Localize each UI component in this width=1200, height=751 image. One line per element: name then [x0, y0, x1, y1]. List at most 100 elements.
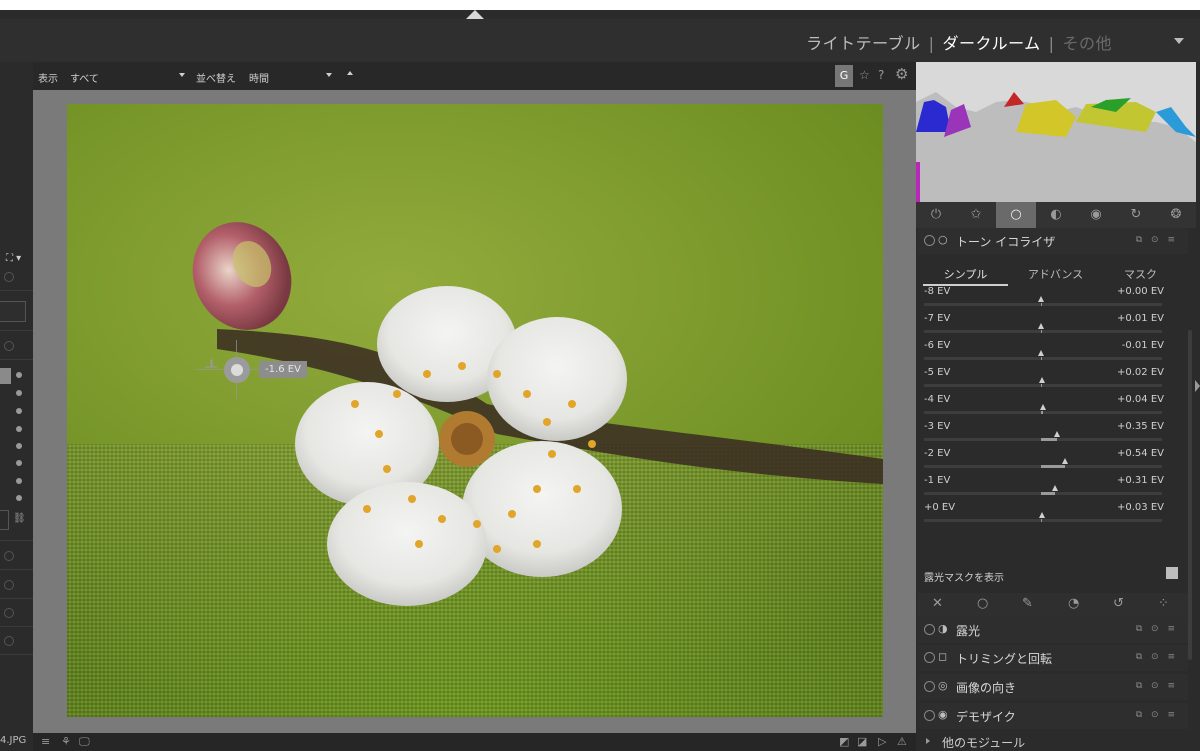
link-icon[interactable]: ⛓	[13, 513, 26, 524]
module-header[interactable]: ◎ 画像の向き ⧉ ⊙ ≡	[918, 674, 1188, 700]
toggle-icon[interactable]	[16, 408, 22, 414]
eq-slider-row[interactable]: -2 EV +0.54 EV	[918, 446, 1168, 473]
power-icon[interactable]	[4, 608, 14, 618]
small-field[interactable]	[0, 510, 9, 530]
right-panel-scrollbar[interactable]	[1188, 330, 1192, 660]
eq-slider-handle[interactable]	[1062, 458, 1069, 464]
display-icon[interactable]: 🖵	[79, 735, 90, 749]
eq-slider-handle[interactable]	[1038, 377, 1045, 383]
toggle-icon[interactable]	[16, 372, 22, 378]
chevron-down-icon[interactable]	[179, 73, 185, 77]
histogram[interactable]	[916, 62, 1196, 202]
chevron-down-icon[interactable]	[1174, 38, 1184, 44]
eq-slider-handle[interactable]	[1037, 350, 1044, 356]
toggle-icon[interactable]	[16, 478, 22, 484]
power-icon[interactable]	[4, 341, 14, 351]
eq-slider-handle[interactable]	[1051, 485, 1058, 491]
eq-slider-row[interactable]: -7 EV +0.01 EV	[918, 311, 1168, 338]
nav-darkroom[interactable]: ダークルーム	[943, 34, 1041, 53]
module-actions[interactable]: ⧉ ⊙ ≡	[1136, 681, 1178, 691]
mask-toggle-button[interactable]	[1166, 567, 1178, 579]
eq-slider-track[interactable]	[924, 303, 1162, 306]
nav-lighttable[interactable]: ライトテーブル	[806, 34, 921, 53]
nav-other[interactable]: その他	[1062, 34, 1112, 53]
eq-slider-track[interactable]	[924, 357, 1162, 360]
sort-select[interactable]: 時間	[249, 70, 269, 85]
gamut-icon[interactable]: ▷	[878, 735, 886, 748]
module-actions[interactable]: ⧉ ⊙ ≡	[1136, 624, 1178, 634]
styles-icon[interactable]: ⚘	[61, 735, 71, 748]
base-circle-icon[interactable]: ○	[996, 202, 1036, 228]
power-icon[interactable]	[924, 652, 935, 663]
eq-slider-row[interactable]: -5 EV +0.02 EV	[918, 365, 1168, 392]
more-modules-row[interactable]: 他のモジュール	[918, 732, 1188, 751]
eq-slider-handle[interactable]	[1053, 431, 1060, 437]
uniform-mask-icon[interactable]: ○	[977, 596, 988, 611]
module-header[interactable]: ◻ トリミングと回転 ⧉ ⊙ ≡	[918, 645, 1188, 671]
eq-slider-row[interactable]: -3 EV +0.35 EV	[918, 419, 1168, 446]
eq-slider-handle[interactable]	[1039, 404, 1046, 410]
grouping-button[interactable]: G	[835, 65, 853, 87]
eq-slider-row[interactable]: -6 EV -0.01 EV	[918, 338, 1168, 365]
power-icon[interactable]	[924, 681, 935, 692]
tone-equalizer-header[interactable]: ○ トーン イコライザ ⧉ ⊙ ≡	[918, 228, 1188, 254]
module-actions[interactable]: ⧉ ⊙ ≡	[1136, 652, 1178, 662]
toggle-icon[interactable]	[16, 495, 22, 501]
eq-slider-track[interactable]	[924, 384, 1162, 387]
eq-slider-handle[interactable]	[1038, 296, 1044, 302]
combined-mask-icon[interactable]: ↺	[1113, 596, 1124, 611]
warning-icon[interactable]: ⚠	[897, 735, 907, 748]
gear-icon[interactable]: ⚙	[895, 65, 908, 83]
power-icon[interactable]	[924, 624, 935, 635]
toggle-icon[interactable]	[16, 460, 22, 466]
tab-advanced[interactable]: アドバンス	[1013, 266, 1098, 282]
power-icon[interactable]	[4, 636, 14, 646]
text-field[interactable]	[0, 301, 26, 322]
module-header[interactable]: ◉ デモザイク ⧉ ⊙ ≡	[918, 703, 1188, 729]
chevron-down-icon[interactable]	[326, 73, 332, 77]
softproof-icon[interactable]: ◪	[857, 735, 867, 748]
help-icon[interactable]: ?	[878, 68, 884, 82]
parametric-mask-icon[interactable]: ◔	[1068, 596, 1079, 611]
module-actions[interactable]: ⧉ ⊙ ≡	[1136, 235, 1178, 245]
eq-slider-track[interactable]	[924, 330, 1162, 333]
expand-icon[interactable]: ⛶ ▾	[6, 253, 21, 264]
eq-slider-row[interactable]: -8 EV +0.00 EV	[918, 284, 1168, 311]
eq-slider-row[interactable]: -1 EV +0.31 EV	[918, 473, 1168, 500]
tab-mask[interactable]: マスク	[1098, 266, 1183, 282]
power-icon[interactable]	[4, 551, 14, 561]
toggle-icon[interactable]	[16, 390, 22, 396]
raster-mask-icon[interactable]: ⁘	[1158, 596, 1169, 611]
tone-icon[interactable]: ◐	[1036, 202, 1076, 228]
power-icon[interactable]	[924, 235, 935, 246]
correct-icon[interactable]: ↻	[1116, 202, 1156, 228]
module-header[interactable]: ◑ 露光 ⧉ ⊙ ≡	[918, 617, 1188, 643]
power-icon[interactable]	[4, 580, 14, 590]
power-icon[interactable]	[924, 710, 935, 721]
eq-slider-track[interactable]	[924, 411, 1162, 414]
toggle-icon[interactable]	[16, 426, 22, 432]
eq-slider-handle[interactable]	[1038, 323, 1045, 329]
top-panel-collapse-arrow[interactable]	[466, 10, 484, 19]
eq-slider-handle[interactable]	[1039, 512, 1046, 518]
module-actions[interactable]: ⧉ ⊙ ≡	[1136, 710, 1178, 720]
effect-icon[interactable]: ❂	[1156, 202, 1196, 228]
power-icon[interactable]: ⏻	[916, 202, 956, 228]
sort-order-icon[interactable]	[347, 71, 353, 75]
mask-toggle-row[interactable]: 露光マスクを表示	[918, 565, 1188, 587]
toggle-icon[interactable]	[16, 443, 22, 449]
eq-slider-track[interactable]	[924, 519, 1162, 522]
star-icon[interactable]: ☆	[859, 68, 870, 82]
star-icon[interactable]: ✩	[956, 202, 996, 228]
eq-slider-row[interactable]: -4 EV +0.04 EV	[918, 392, 1168, 419]
eq-slider-row[interactable]: +0 EV +0.03 EV	[918, 500, 1168, 527]
color-icon[interactable]: ◉	[1076, 202, 1116, 228]
right-panel-collapse-arrow[interactable]	[1195, 380, 1200, 392]
tab-simple[interactable]: シンプル	[923, 266, 1008, 286]
color-assessment-icon[interactable]: ◩	[839, 735, 849, 748]
power-icon[interactable]	[4, 272, 14, 282]
view-select[interactable]: すべて	[70, 70, 99, 85]
menu-icon[interactable]: ≡	[41, 735, 50, 748]
drawn-mask-icon[interactable]: ✎	[1022, 596, 1033, 611]
close-icon[interactable]: ✕	[932, 596, 943, 611]
